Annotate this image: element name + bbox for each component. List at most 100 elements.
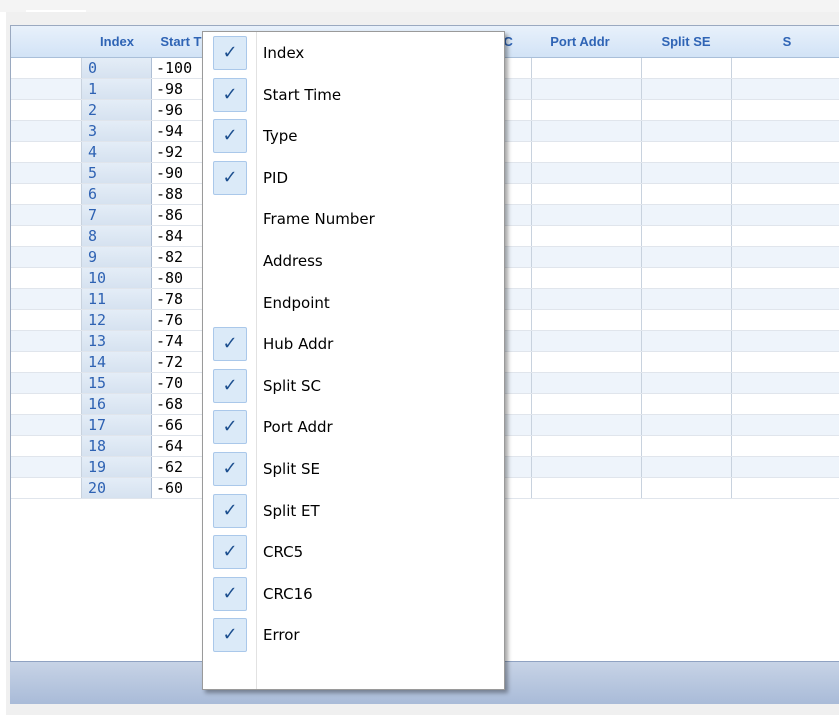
- data-cell[interactable]: [532, 457, 642, 477]
- row-gutter-cell[interactable]: [11, 121, 82, 141]
- data-cell[interactable]: [732, 58, 839, 78]
- menu-item-pid[interactable]: ✓ PID: [203, 157, 504, 199]
- data-cell[interactable]: [642, 457, 732, 477]
- data-cell[interactable]: [732, 352, 839, 372]
- data-cell[interactable]: [642, 373, 732, 393]
- index-cell[interactable]: 4: [82, 142, 152, 162]
- data-cell[interactable]: [532, 415, 642, 435]
- data-cell[interactable]: [642, 205, 732, 225]
- index-cell[interactable]: 6: [82, 184, 152, 204]
- index-cell[interactable]: 17: [82, 415, 152, 435]
- row-gutter-cell[interactable]: [11, 310, 82, 330]
- row-gutter-cell[interactable]: [11, 163, 82, 183]
- data-cell[interactable]: [732, 100, 839, 120]
- data-cell[interactable]: [532, 163, 642, 183]
- row-gutter-cell[interactable]: [11, 58, 82, 78]
- row-gutter-cell[interactable]: [11, 352, 82, 372]
- data-cell[interactable]: [642, 100, 732, 120]
- data-cell[interactable]: [732, 310, 839, 330]
- index-cell[interactable]: 13: [82, 331, 152, 351]
- column-header-split-se[interactable]: Split SE: [641, 26, 731, 57]
- data-cell[interactable]: [642, 310, 732, 330]
- menu-item-error[interactable]: ✓ Error: [203, 614, 504, 656]
- row-gutter-cell[interactable]: [11, 436, 82, 456]
- data-cell[interactable]: [732, 331, 839, 351]
- index-cell[interactable]: 9: [82, 247, 152, 267]
- row-gutter-cell[interactable]: [11, 184, 82, 204]
- row-gutter-cell[interactable]: [11, 268, 82, 288]
- index-cell[interactable]: 11: [82, 289, 152, 309]
- data-cell[interactable]: [732, 121, 839, 141]
- data-cell[interactable]: [642, 58, 732, 78]
- data-cell[interactable]: [532, 268, 642, 288]
- data-cell[interactable]: [532, 121, 642, 141]
- row-gutter-cell[interactable]: [11, 331, 82, 351]
- data-cell[interactable]: [642, 289, 732, 309]
- index-cell[interactable]: 2: [82, 100, 152, 120]
- data-cell[interactable]: [532, 247, 642, 267]
- menu-item-crc16[interactable]: ✓ CRC16: [203, 573, 504, 615]
- data-cell[interactable]: [532, 142, 642, 162]
- data-cell[interactable]: [732, 478, 839, 498]
- data-cell[interactable]: [532, 79, 642, 99]
- data-cell[interactable]: [642, 331, 732, 351]
- menu-item-hub-addr[interactable]: ✓ Hub Addr: [203, 323, 504, 365]
- row-gutter-cell[interactable]: [11, 100, 82, 120]
- index-cell[interactable]: 18: [82, 436, 152, 456]
- row-gutter-cell[interactable]: [11, 394, 82, 414]
- data-cell[interactable]: [732, 79, 839, 99]
- data-cell[interactable]: [532, 331, 642, 351]
- row-gutter-cell[interactable]: [11, 79, 82, 99]
- data-cell[interactable]: [732, 205, 839, 225]
- data-cell[interactable]: [532, 205, 642, 225]
- data-cell[interactable]: [732, 415, 839, 435]
- index-cell[interactable]: 16: [82, 394, 152, 414]
- row-gutter-cell[interactable]: [11, 247, 82, 267]
- menu-item-start-time[interactable]: ✓ Start Time: [203, 74, 504, 116]
- data-cell[interactable]: [732, 247, 839, 267]
- menu-item-type[interactable]: ✓ Type: [203, 115, 504, 157]
- index-cell[interactable]: 12: [82, 310, 152, 330]
- menu-item-split-sc[interactable]: ✓ Split SC: [203, 365, 504, 407]
- data-cell[interactable]: [642, 79, 732, 99]
- data-cell[interactable]: [532, 436, 642, 456]
- data-cell[interactable]: [642, 436, 732, 456]
- data-cell[interactable]: [732, 184, 839, 204]
- data-cell[interactable]: [642, 247, 732, 267]
- data-cell[interactable]: [642, 184, 732, 204]
- data-cell[interactable]: [532, 478, 642, 498]
- data-cell[interactable]: [732, 163, 839, 183]
- data-cell[interactable]: [642, 352, 732, 372]
- menu-item-split-et[interactable]: ✓ Split ET: [203, 490, 504, 532]
- data-cell[interactable]: [642, 226, 732, 246]
- data-cell[interactable]: [532, 58, 642, 78]
- data-cell[interactable]: [732, 394, 839, 414]
- data-cell[interactable]: [532, 352, 642, 372]
- row-gutter-cell[interactable]: [11, 478, 82, 498]
- data-cell[interactable]: [732, 436, 839, 456]
- menu-item-port-addr[interactable]: ✓ Port Addr: [203, 406, 504, 448]
- data-cell[interactable]: [732, 457, 839, 477]
- data-cell[interactable]: [732, 226, 839, 246]
- data-cell[interactable]: [532, 373, 642, 393]
- index-cell[interactable]: 14: [82, 352, 152, 372]
- index-cell[interactable]: 8: [82, 226, 152, 246]
- data-cell[interactable]: [532, 100, 642, 120]
- data-cell[interactable]: [642, 415, 732, 435]
- data-cell[interactable]: [642, 394, 732, 414]
- data-cell[interactable]: [532, 184, 642, 204]
- menu-item-address[interactable]: Address: [203, 240, 504, 282]
- data-cell[interactable]: [642, 121, 732, 141]
- row-gutter-cell[interactable]: [11, 289, 82, 309]
- index-cell[interactable]: 10: [82, 268, 152, 288]
- data-cell[interactable]: [642, 142, 732, 162]
- index-cell[interactable]: 5: [82, 163, 152, 183]
- row-gutter-cell[interactable]: [11, 457, 82, 477]
- data-cell[interactable]: [642, 163, 732, 183]
- data-cell[interactable]: [732, 373, 839, 393]
- menu-item-split-se[interactable]: ✓ Split SE: [203, 448, 504, 490]
- menu-item-frame-number[interactable]: Frame Number: [203, 198, 504, 240]
- menu-item-crc5[interactable]: ✓ CRC5: [203, 531, 504, 573]
- index-cell[interactable]: 20: [82, 478, 152, 498]
- index-cell[interactable]: 19: [82, 457, 152, 477]
